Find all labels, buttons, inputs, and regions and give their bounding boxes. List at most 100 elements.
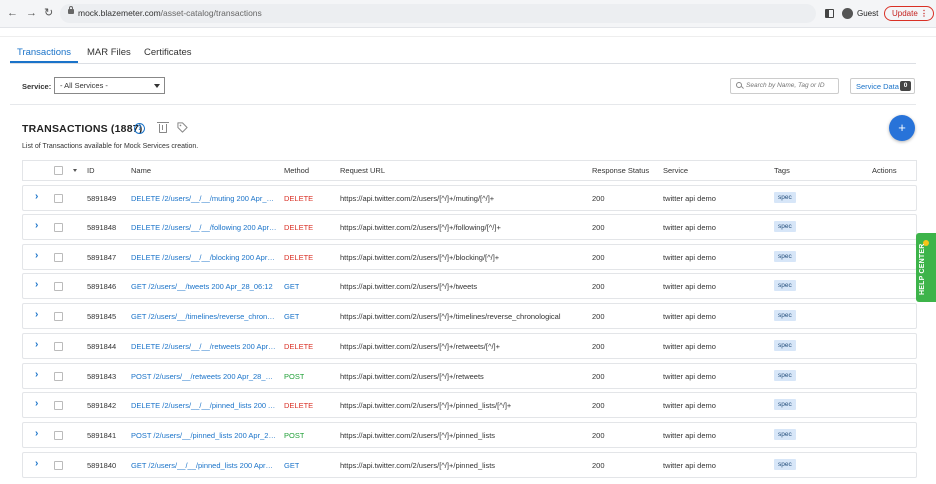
search-box[interactable] bbox=[730, 78, 839, 94]
search-input[interactable] bbox=[746, 80, 834, 91]
row-name-link[interactable]: POST /2/users/__/retweets 200 Apr_28_202… bbox=[131, 372, 277, 381]
row-method: DELETE bbox=[284, 223, 314, 232]
column-header-tags[interactable]: Tags bbox=[774, 166, 790, 175]
select-menu-caret-icon[interactable] bbox=[73, 169, 77, 172]
expand-chevron-icon[interactable]: › bbox=[35, 429, 38, 439]
row-id: 5891844 bbox=[87, 342, 117, 351]
tag-chip[interactable]: spec bbox=[774, 251, 796, 262]
row-checkbox[interactable] bbox=[54, 461, 63, 470]
tag-chip[interactable]: spec bbox=[774, 429, 796, 440]
more-menu-icon[interactable]: ⋮ bbox=[913, 7, 928, 20]
column-header-name[interactable]: Name bbox=[131, 166, 151, 175]
row-request-url: https://api.twitter.com/2/users/[^/]+/re… bbox=[340, 342, 501, 351]
row-method: GET bbox=[284, 282, 300, 291]
table-row[interactable]: › 5891848 DELETE /2/users/__/__/followin… bbox=[22, 214, 917, 240]
table-row[interactable]: › 5891845 GET /2/users/__/timelines/reve… bbox=[22, 303, 917, 329]
address-bar[interactable]: mock.blazemeter.com/asset-catalog/transa… bbox=[60, 4, 816, 23]
column-header-method[interactable]: Method bbox=[284, 166, 309, 175]
table-row[interactable]: › 5891847 DELETE /2/users/__/__/blocking… bbox=[22, 244, 917, 270]
page-subtitle: List of Transactions available for Mock … bbox=[22, 143, 199, 150]
service-select[interactable]: - All Services - bbox=[54, 77, 165, 94]
section-divider bbox=[10, 104, 916, 105]
table-row[interactable]: › 5891846 GET /2/users/__/tweets 200 Apr… bbox=[22, 273, 917, 299]
row-name-link[interactable]: DELETE /2/users/__/__/muting 200 Apr_28_… bbox=[131, 194, 277, 203]
row-request-url: https://api.twitter.com/2/users/[^/]+/bl… bbox=[340, 253, 500, 262]
row-checkbox[interactable] bbox=[54, 194, 63, 203]
update-button[interactable]: Update ⋮ bbox=[884, 6, 934, 21]
tag-icon[interactable] bbox=[177, 122, 188, 133]
table-row[interactable]: › 5891843 POST /2/users/__/retweets 200 … bbox=[22, 363, 917, 389]
column-header-service[interactable]: Service bbox=[663, 166, 688, 175]
tag-chip[interactable]: spec bbox=[774, 192, 796, 203]
tag-chip[interactable]: spec bbox=[774, 370, 796, 381]
tag-chip[interactable]: spec bbox=[774, 340, 796, 351]
tag-chip[interactable]: spec bbox=[774, 221, 796, 232]
trash-icon[interactable] bbox=[157, 122, 169, 133]
row-checkbox[interactable] bbox=[54, 223, 63, 232]
column-header-request-url[interactable]: Request URL bbox=[340, 166, 385, 175]
browser-toolbar: ← → ↻ mock.blazemeter.com/asset-catalog/… bbox=[0, 0, 936, 28]
service-data-button[interactable]: Service Data 0 bbox=[850, 78, 915, 94]
row-name-link[interactable]: DELETE /2/users/__/__/pinned_lists 200 A… bbox=[131, 401, 277, 410]
row-request-url: https://api.twitter.com/2/users/[^/]+/tw… bbox=[340, 282, 478, 291]
row-name-link[interactable]: GET /2/users/__/__/pinned_lists 200 Apr_… bbox=[131, 461, 277, 470]
expand-chevron-icon[interactable]: › bbox=[35, 399, 38, 409]
reload-icon[interactable]: ↻ bbox=[44, 7, 53, 19]
select-all-checkbox[interactable] bbox=[54, 166, 63, 175]
row-checkbox[interactable] bbox=[54, 312, 63, 321]
column-header-response-status[interactable]: Response Status bbox=[592, 166, 649, 175]
help-icon[interactable]: ? bbox=[134, 123, 145, 134]
row-checkbox[interactable] bbox=[54, 282, 63, 291]
row-id: 5891843 bbox=[87, 372, 117, 381]
row-name-link[interactable]: GET /2/users/__/tweets 200 Apr_28_06:12 bbox=[131, 282, 277, 291]
row-service: twitter api demo bbox=[663, 431, 716, 440]
forward-arrow-icon[interactable]: → bbox=[26, 7, 37, 19]
table-row[interactable]: › 5891840 GET /2/users/__/__/pinned_list… bbox=[22, 452, 917, 478]
expand-chevron-icon[interactable]: › bbox=[35, 280, 38, 290]
column-header-id[interactable]: ID bbox=[87, 166, 95, 175]
row-checkbox[interactable] bbox=[54, 342, 63, 351]
tag-chip[interactable]: spec bbox=[774, 459, 796, 470]
row-name-link[interactable]: DELETE /2/users/__/__/blocking 200 Apr_2… bbox=[131, 253, 277, 262]
table-row[interactable]: › 5891849 DELETE /2/users/__/__/muting 2… bbox=[22, 185, 917, 211]
expand-chevron-icon[interactable]: › bbox=[35, 221, 38, 231]
row-method: POST bbox=[284, 431, 305, 440]
sidebar-toggle-icon[interactable] bbox=[825, 9, 834, 18]
row-response-status: 200 bbox=[592, 342, 605, 351]
back-arrow-icon[interactable]: ← bbox=[7, 7, 18, 19]
table-header: ID Name Method Request URL Response Stat… bbox=[22, 160, 917, 181]
add-transaction-button[interactable]: + bbox=[889, 115, 915, 141]
expand-chevron-icon[interactable]: › bbox=[35, 459, 38, 469]
row-checkbox[interactable] bbox=[54, 372, 63, 381]
tag-chip[interactable]: spec bbox=[774, 399, 796, 410]
help-center-tab[interactable]: HELP CENTER bbox=[916, 233, 936, 302]
profile-avatar-icon[interactable] bbox=[842, 8, 853, 19]
expand-chevron-icon[interactable]: › bbox=[35, 192, 38, 202]
row-checkbox[interactable] bbox=[54, 401, 63, 410]
tab-certificates[interactable]: Certificates bbox=[144, 47, 192, 58]
table-row[interactable]: › 5891842 DELETE /2/users/__/__/pinned_l… bbox=[22, 392, 917, 418]
row-name-link[interactable]: DELETE /2/users/__/__/following 200 Apr_… bbox=[131, 223, 277, 232]
row-method: DELETE bbox=[284, 194, 314, 203]
row-name-link[interactable]: GET /2/users/__/timelines/reverse_chrono… bbox=[131, 312, 277, 321]
row-checkbox[interactable] bbox=[54, 253, 63, 262]
tab-mar-files[interactable]: MAR Files bbox=[87, 47, 131, 58]
expand-chevron-icon[interactable]: › bbox=[35, 370, 38, 380]
expand-chevron-icon[interactable]: › bbox=[35, 310, 38, 320]
row-service: twitter api demo bbox=[663, 401, 716, 410]
tag-chip[interactable]: spec bbox=[774, 310, 796, 321]
tab-transactions[interactable]: Transactions bbox=[17, 47, 71, 58]
row-request-url: https://api.twitter.com/2/users/[^/]+/re… bbox=[340, 372, 484, 381]
search-icon bbox=[736, 82, 742, 88]
table-row[interactable]: › 5891844 DELETE /2/users/__/__/retweets… bbox=[22, 333, 917, 359]
row-checkbox[interactable] bbox=[54, 431, 63, 440]
row-name-link[interactable]: DELETE /2/users/__/__/retweets 200 Apr_2… bbox=[131, 342, 277, 351]
expand-chevron-icon[interactable]: › bbox=[35, 251, 38, 261]
table-row[interactable]: › 5891841 POST /2/users/__/pinned_lists … bbox=[22, 422, 917, 448]
row-response-status: 200 bbox=[592, 401, 605, 410]
expand-chevron-icon[interactable]: › bbox=[35, 340, 38, 350]
row-name-link[interactable]: POST /2/users/__/pinned_lists 200 Apr_28… bbox=[131, 431, 277, 440]
column-header-actions: Actions bbox=[872, 166, 897, 175]
tag-chip[interactable]: spec bbox=[774, 280, 796, 291]
profile-label[interactable]: Guest bbox=[857, 9, 878, 18]
